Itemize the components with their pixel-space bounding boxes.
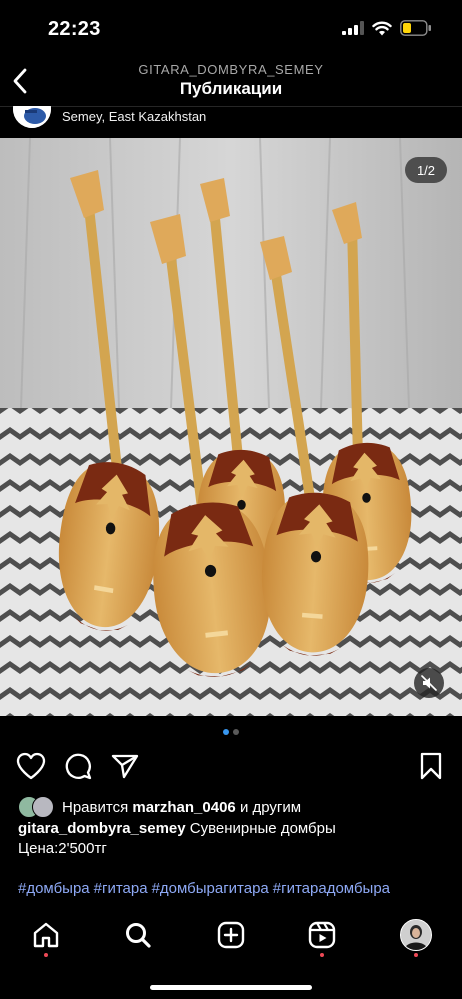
wifi-icon [372,21,392,35]
likes-row[interactable]: Нравится marzhan_0406 и другим [18,796,301,818]
bookmark-icon [420,752,442,780]
account-name[interactable]: GITARA_DOMBYRA_SEMEY [0,62,462,77]
post-location[interactable]: Semey, East Kazakhstan [62,109,206,124]
tab-home[interactable] [26,915,66,955]
likes-suffix: и другим [239,798,302,816]
profile-avatar [400,919,432,951]
new-post-icon [217,921,245,949]
comment-icon [65,753,92,780]
comment-button[interactable] [62,750,94,782]
reels-icon [308,921,336,949]
carousel-indicator [0,729,462,735]
hashtags: #домбыра #гитара #домбырагитара #гитарадомб… [18,879,448,905]
status-time: 22:23 [48,18,101,40]
home-icon [33,922,59,948]
send-icon [111,754,139,779]
share-button[interactable] [109,750,141,782]
post-header: Semey, East Kazakhstan [0,106,462,138]
likes-prefix: Нравится [62,798,129,816]
notification-dot [414,953,418,957]
carousel-dot-active [223,729,229,735]
liker-avatars [18,796,58,818]
avatar [32,796,54,818]
post-actions [0,750,462,782]
battery-icon [400,20,431,36]
carousel-dot [233,729,239,735]
hashtag-link[interactable]: #домбырагитара [152,880,269,897]
like-button[interactable] [15,750,47,782]
caption-text: Сувенирные домбры [189,820,336,837]
price-line: Цена:2'500тг [18,840,107,857]
caption-username[interactable]: gitara_dombyra_semey [18,820,186,837]
bottom-tab-bar [0,905,462,999]
notification-dot [320,953,324,957]
notification-dot [44,953,48,957]
status-icons [342,20,432,36]
home-indicator [150,985,312,990]
tab-new-post[interactable] [211,915,251,955]
page-title: Публикации [179,79,283,98]
post-author-avatar[interactable] [13,106,51,128]
post-photo[interactable]: 1/2 [0,138,462,716]
tab-profile[interactable] [396,915,436,955]
navigation-header: GITARA_DOMBYRA_SEMEY Публикации [0,58,462,104]
post-caption: gitara_dombyra_semey Сувенирные домбры Ц… [18,819,448,859]
hashtag-link[interactable]: #гитарадомбыра [273,880,390,897]
search-icon [126,923,151,948]
tab-reels[interactable] [302,915,342,955]
status-bar: 22:23 [0,0,462,60]
hashtag-link[interactable]: #гитара [94,880,148,897]
photo-counter: 1/2 [405,157,447,183]
tab-search[interactable] [118,915,158,955]
hashtag-link[interactable]: #домбыра [18,880,90,897]
liked-by-user[interactable]: marzhan_0406 [132,799,235,816]
save-button[interactable] [415,750,447,782]
speaker-muted-icon [421,675,437,691]
heart-icon [16,752,46,780]
dombyra-photo [0,138,462,716]
signal-icon [342,21,364,35]
mute-button[interactable] [414,668,444,698]
